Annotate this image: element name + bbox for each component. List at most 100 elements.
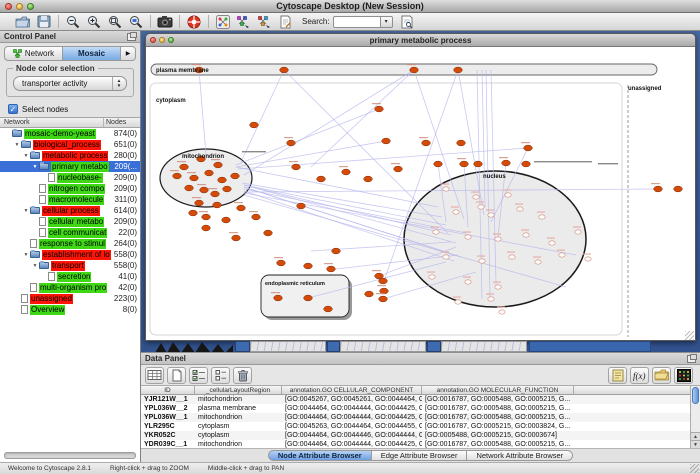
- node[interactable]: [332, 248, 341, 254]
- nw-zoom-button[interactable]: [168, 37, 174, 43]
- node[interactable]: [379, 278, 388, 284]
- node[interactable]: [502, 160, 511, 166]
- select-nodes-checkbox[interactable]: ✓: [8, 104, 18, 114]
- node[interactable]: [455, 300, 461, 304]
- tree-row[interactable]: unassigned223(0): [0, 293, 140, 304]
- expand-arrow-icon[interactable]: ▼: [22, 252, 30, 258]
- node[interactable]: [453, 210, 459, 214]
- table-cell[interactable]: [GO:0016787, GO:0005488, GO:0005215, G..…: [422, 440, 574, 449]
- node[interactable]: [674, 186, 683, 192]
- node[interactable]: [488, 213, 494, 217]
- node[interactable]: [382, 138, 391, 144]
- node[interactable]: [524, 145, 533, 151]
- node[interactable]: [522, 161, 531, 167]
- node[interactable]: [523, 233, 529, 237]
- column-header[interactable]: annotation.GO CELLULAR_COMPONENT: [282, 386, 422, 394]
- scroll-up-button[interactable]: ▲: [691, 432, 700, 440]
- node[interactable]: [575, 230, 581, 234]
- network-view-window[interactable]: primary metabolic process plasma membran…: [145, 33, 696, 341]
- node[interactable]: [180, 164, 189, 170]
- column-header[interactable]: _cellularLayoutRegion: [195, 386, 282, 394]
- node[interactable]: [457, 140, 466, 146]
- node[interactable]: [495, 285, 501, 289]
- scrollbar-thumb[interactable]: [692, 387, 699, 404]
- node[interactable]: [410, 67, 419, 73]
- node[interactable]: [327, 266, 336, 272]
- window-controls[interactable]: [5, 3, 34, 10]
- vizmapper-icon[interactable]: [214, 14, 231, 30]
- tree-col-nodes[interactable]: Nodes: [104, 118, 140, 127]
- help-icon[interactable]: [185, 14, 202, 30]
- node-color-combo[interactable]: transporter activity ▲▼: [13, 76, 127, 91]
- node[interactable]: [394, 166, 403, 172]
- scroll-down-button[interactable]: ▼: [691, 440, 700, 448]
- network-canvas[interactable]: plasma membranecytoplasmmitochondrionnuc…: [146, 47, 695, 341]
- tree-row[interactable]: ▼biological_process651(0): [0, 139, 140, 150]
- tree-row[interactable]: Overview8(0): [0, 304, 140, 315]
- table-cell[interactable]: [GO:0045263, GO:0044464, GO:0044455, G..…: [282, 422, 422, 431]
- table-cell[interactable]: YPL036W__2: [141, 404, 195, 413]
- minimized-window-icon[interactable]: [235, 341, 250, 352]
- table-cell[interactable]: [GO:0016787, GO:0005215, GO:0003824, G..…: [422, 422, 574, 431]
- node[interactable]: [218, 177, 227, 183]
- tree-row[interactable]: secretion41(0): [0, 271, 140, 282]
- collapsed-panel-bar[interactable]: [4, 452, 136, 459]
- tree-row[interactable]: multi-organism pro42(0): [0, 282, 140, 293]
- node[interactable]: [264, 230, 273, 236]
- nw-minimize-button[interactable]: [159, 37, 165, 43]
- tree-row[interactable]: cell communicat22(0): [0, 227, 140, 238]
- column-header[interactable]: ID: [141, 386, 195, 394]
- node[interactable]: [274, 295, 283, 301]
- tree-row[interactable]: nitrogen compo209(0): [0, 183, 140, 194]
- node[interactable]: [364, 176, 373, 182]
- search-input[interactable]: [333, 16, 381, 28]
- node[interactable]: [429, 275, 435, 279]
- table-cell[interactable]: [GO:0016787, GO:0005488, GO:0005215, G..…: [422, 395, 574, 404]
- table-row[interactable]: YKR052Ccytoplasm[GO:0044464, GO:0044446,…: [141, 431, 700, 440]
- save-session-icon[interactable]: [35, 14, 52, 30]
- node[interactable]: [185, 185, 194, 191]
- expand-arrow-icon[interactable]: ▼: [31, 164, 39, 170]
- node[interactable]: [505, 193, 511, 197]
- node[interactable]: [202, 214, 211, 220]
- node[interactable]: [375, 106, 384, 112]
- node[interactable]: [539, 215, 545, 219]
- node[interactable]: [237, 205, 246, 211]
- search-options-icon[interactable]: [399, 14, 416, 30]
- table-cell[interactable]: [GO:0044464, GO:0044444, GO:0044425, G..…: [282, 404, 422, 413]
- table-cell[interactable]: YJR121W__1: [141, 395, 195, 404]
- minimized-window-titlebar[interactable]: [529, 341, 651, 352]
- node[interactable]: [443, 187, 449, 191]
- node[interactable]: [509, 255, 515, 259]
- node[interactable]: [195, 200, 204, 206]
- table-cell[interactable]: YLR295C: [141, 422, 195, 431]
- node[interactable]: [304, 263, 313, 269]
- node[interactable]: [205, 170, 214, 176]
- table-cell[interactable]: [GO:0044464, GO:0044444, GO:0044425, G..…: [282, 440, 422, 449]
- table-row[interactable]: YLR295Ccytoplasm[GO:0045263, GO:0044464,…: [141, 422, 700, 431]
- node[interactable]: [499, 310, 505, 314]
- node[interactable]: [324, 306, 333, 312]
- zoom-in-icon[interactable]: [85, 14, 102, 30]
- annotation-icon[interactable]: [277, 14, 294, 30]
- float-panel-icon[interactable]: [127, 33, 136, 41]
- tree-row[interactable]: mosaic-demo-yeast874(0): [0, 128, 140, 139]
- tab-edge-attribute-browser[interactable]: Edge Attribute Browser: [371, 450, 468, 461]
- expand-arrow-icon[interactable]: ▼: [13, 142, 21, 148]
- table-row[interactable]: YJR121W__1mitochondrion[GO:0045267, GO:0…: [141, 395, 700, 404]
- node[interactable]: [232, 235, 241, 241]
- node[interactable]: [454, 67, 463, 73]
- node[interactable]: [292, 164, 301, 170]
- minimized-window-thumb[interactable]: [340, 341, 426, 352]
- tree-row[interactable]: ▼cellular process614(0): [0, 205, 140, 216]
- tree-row[interactable]: cellular metabo209(0): [0, 216, 140, 227]
- node[interactable]: [433, 230, 439, 234]
- column-header[interactable]: annotation.GO MOLECULAR_FUNCTION: [422, 386, 574, 394]
- table-cell[interactable]: cytoplasm: [195, 431, 282, 440]
- network-window-titlebar[interactable]: primary metabolic process: [146, 34, 695, 47]
- node[interactable]: [654, 186, 663, 192]
- minimized-window-thumb[interactable]: [250, 341, 326, 352]
- table-cell[interactable]: mitochondrion: [195, 413, 282, 422]
- node[interactable]: [488, 297, 494, 301]
- node[interactable]: [287, 140, 296, 146]
